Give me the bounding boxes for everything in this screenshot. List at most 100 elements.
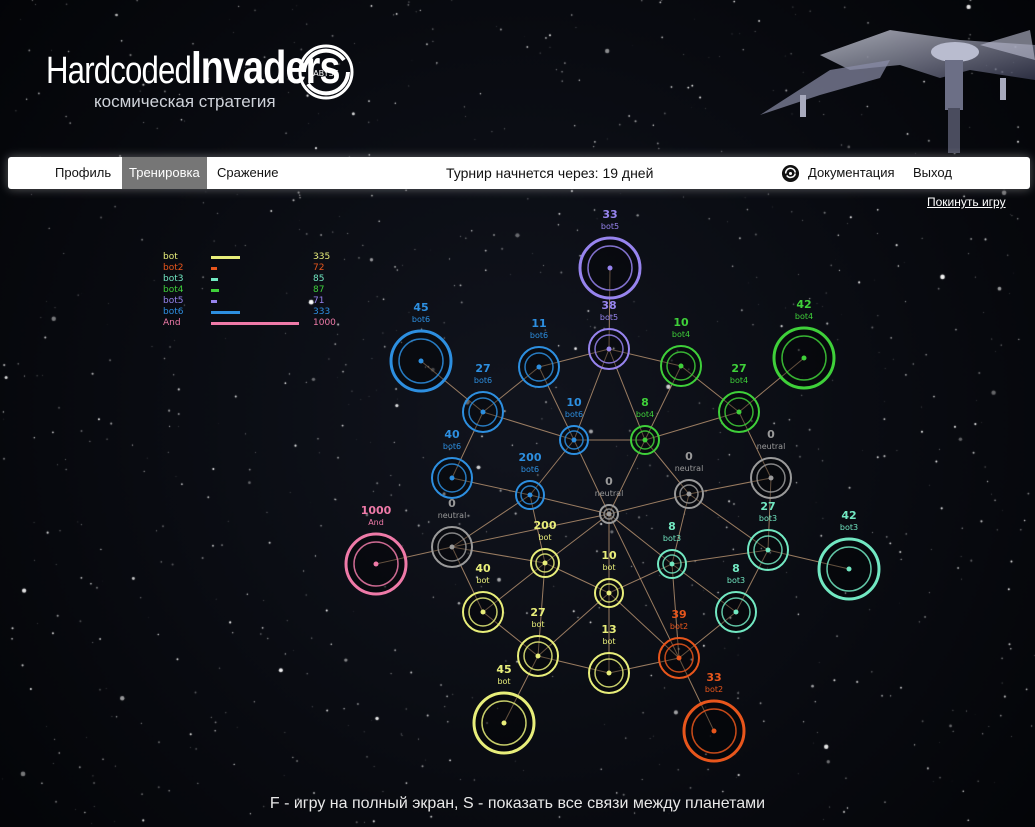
planet-core [711,728,717,734]
planet-owner-label: neutral [675,464,704,473]
planet[interactable]: 8bot4 [630,396,660,455]
planet[interactable]: 0neutral [750,428,792,499]
planet-owner-label: bot [602,563,615,572]
game-map: 33bot538bot511bot610bot445bot642bot427bo… [344,208,881,763]
planet-core [418,358,424,364]
planet-core [607,265,613,271]
planet[interactable]: 11bot6 [518,317,560,388]
planet-core [480,609,486,615]
planet-core [765,547,771,553]
planet-owner-label: bot6 [565,410,583,419]
planet[interactable]: 45bot [472,663,536,755]
planet[interactable]: 33bot5 [578,208,642,300]
planet[interactable]: 38bot5 [588,299,630,370]
planet-ship-count: 0 [685,450,693,463]
planet-ship-count: 8 [732,562,740,575]
planet[interactable]: 39bot2 [658,608,700,679]
planet-owner-label: neutral [595,489,624,498]
planet-core [801,355,807,361]
planet-ship-count: 39 [671,608,686,621]
planet-core [536,364,542,370]
planet-owner-label: neutral [438,511,467,520]
planet-core [642,437,648,443]
planet-core [373,561,379,567]
planet-ship-count: 38 [601,299,616,312]
planet[interactable]: 10bot6 [559,396,589,455]
planet-owner-label: bot2 [705,685,723,694]
planet-owner-label: bot [531,620,544,629]
planet-ship-count: 33 [602,208,617,221]
planet-owner-label: bot4 [730,376,748,385]
planet-ship-count: 11 [531,317,546,330]
planet-owner-label: bot [497,677,510,686]
planet-core [480,409,486,415]
planet[interactable]: 8bot3 [715,562,757,633]
planet[interactable]: 33bot2 [682,671,746,763]
planet-owner-label: bot [538,533,551,542]
planet-ship-count: 8 [668,520,676,533]
planet-owner-label: bot4 [795,312,813,321]
planet-owner-label: bot [476,576,489,585]
planet-ship-count: 40 [444,428,460,441]
planet[interactable]: 10bot4 [660,316,702,387]
planet-ship-count: 8 [641,396,649,409]
planet-owner-label: neutral [757,442,786,451]
planet[interactable]: 0neutral [674,450,704,509]
planet[interactable]: 40bot6 [431,428,473,499]
planet[interactable]: 200bot6 [515,451,545,510]
planet-core [606,511,612,517]
planet-owner-label: bot6 [530,331,548,340]
planet-ship-count: 200 [519,451,542,464]
planet[interactable]: 8bot3 [657,520,687,579]
planet[interactable]: 42bot4 [772,298,836,390]
planet-owner-label: bot5 [600,313,618,322]
planet[interactable]: 27bot6 [462,362,504,433]
planet[interactable]: 200bot [530,519,560,578]
planet-ship-count: 33 [706,671,721,684]
planet-owner-label: bot3 [727,576,745,585]
planet[interactable]: 42bot3 [817,509,881,601]
planet-owner-label: bot6 [474,376,492,385]
planet-core [676,655,682,661]
planet-ship-count: 0 [605,475,613,488]
planet-owner-label: bot [602,637,615,646]
planet-ship-count: 10 [673,316,689,329]
planet-core [449,475,455,481]
planet-ship-count: 10 [566,396,582,409]
planet[interactable]: 10bot [594,549,624,608]
planet-ship-count: 27 [530,606,545,619]
planet[interactable]: 13bot [588,623,630,694]
planet-link [451,513,610,548]
planet[interactable]: 27bot [517,606,559,677]
planet-core [606,590,612,596]
planet[interactable]: 0neutral [431,497,473,568]
planet[interactable]: 27bot4 [718,362,760,433]
planet-core [768,475,774,481]
planet-core [606,346,612,352]
planet-owner-label: And [368,518,384,527]
planet-owner-label: bot4 [636,410,654,419]
planet[interactable]: 45bot6 [389,301,453,393]
planet[interactable]: 40bot [462,562,504,633]
planet-core [527,492,533,498]
planet-core [606,670,612,676]
planet-core [449,544,455,550]
keyboard-hint: F - игру на полный экран, S - показать в… [269,795,766,812]
planet-core [846,566,852,572]
planet-ship-count: 13 [601,623,616,636]
planet-core [501,720,507,726]
planet-owner-label: bot6 [443,442,461,451]
planet-ship-count: 200 [534,519,557,532]
planet-owner-label: bot5 [601,222,619,231]
planet[interactable]: 1000And [344,504,408,596]
planet-ship-count: 27 [760,500,775,513]
planet-core [669,561,675,567]
planet-ship-count: 0 [767,428,775,441]
planet-owner-label: bot3 [840,523,858,532]
planet-owner-label: bot6 [412,315,430,324]
planet-owner-label: bot2 [670,622,688,631]
planet[interactable]: 27bot3 [747,500,789,571]
planet-ship-count: 45 [496,663,511,676]
planet-core [733,609,739,615]
planet-core [571,437,577,443]
